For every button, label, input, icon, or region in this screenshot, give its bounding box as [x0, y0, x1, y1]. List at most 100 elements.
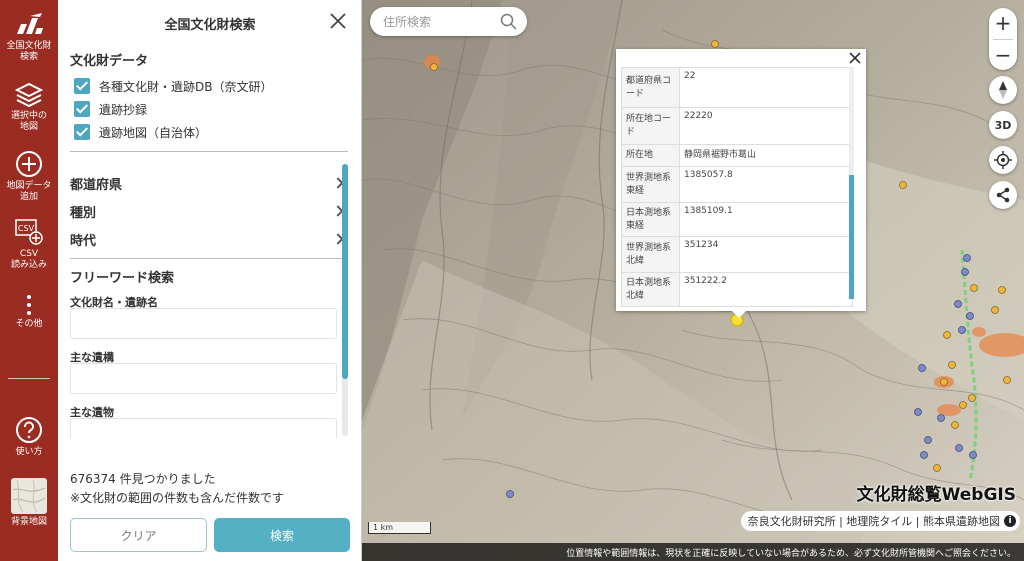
rail-label: 地図 — [19, 122, 38, 132]
checkbox-label: 遺跡抄録 — [99, 102, 148, 117]
site-name-input[interactable] — [70, 308, 337, 339]
more-vertical-icon — [27, 295, 31, 315]
map-view[interactable]: 住所検索 + − 3D 都道府県コード 22 所在地コード 22220 所在地 … — [362, 0, 1024, 561]
attr-value: 351222.2 — [679, 272, 853, 307]
csv-icon: CSV — [15, 219, 43, 245]
attr-key: 世界測地系東経 — [621, 166, 680, 203]
popup-scrollbar[interactable] — [849, 67, 854, 299]
rail-item-selected-maps[interactable]: 選択中の 地図 — [0, 82, 58, 133]
attr-key: 日本測地系東経 — [621, 202, 680, 237]
popup-close-icon[interactable] — [848, 51, 862, 65]
checkbox-checked-icon[interactable] — [74, 101, 90, 117]
zoom-out-button[interactable]: − — [989, 40, 1017, 70]
search-icon[interactable] — [500, 13, 517, 30]
info-icon[interactable]: i — [1004, 515, 1016, 527]
rail-item-csv-import[interactable]: CSV CSV 読み込み — [0, 218, 58, 271]
table-row: 所在地 静岡県裾野市葛山 — [621, 144, 853, 167]
filter-period[interactable]: 時代 — [70, 230, 344, 252]
rail-item-more[interactable]: その他 — [0, 294, 58, 330]
zoom-control: + − — [989, 8, 1017, 70]
app-root: 全国文化財 検索 選択中の 地図 地図データ 追加 CSV CSV 読み込み そ… — [0, 0, 1024, 561]
checkbox-checked-icon[interactable] — [74, 78, 90, 94]
layers-icon — [15, 82, 43, 108]
left-rail: 全国文化財 検索 選択中の 地図 地図データ 追加 CSV CSV 読み込み そ… — [0, 0, 58, 561]
attr-key: 日本測地系北緯 — [621, 272, 680, 307]
rail-item-search[interactable]: 全国文化財 検索 — [0, 12, 58, 63]
attr-key: 所在地 — [621, 144, 680, 167]
crosshair-icon — [994, 151, 1012, 169]
checkbox-label: 各種文化財・遺跡DB（奈文研） — [99, 79, 273, 94]
close-icon[interactable] — [329, 12, 347, 30]
result-count: 676374 件見つかりました — [70, 472, 216, 486]
checkbox-label: 遺跡地図（自治体） — [99, 125, 208, 140]
attr-key: 所在地コード — [621, 107, 680, 145]
section-divider — [70, 151, 348, 152]
rail-label: 読み込み — [10, 260, 47, 270]
section-divider — [70, 258, 348, 259]
clear-button[interactable]: クリア — [70, 518, 207, 552]
search-button[interactable]: 検索 — [214, 518, 350, 552]
table-row: 所在地コード 22220 — [621, 107, 853, 145]
rail-item-help[interactable]: 使い方 — [0, 416, 58, 458]
table-row: 世界測地系北緯 351234 — [621, 236, 853, 273]
search-panel: 全国文化財検索 文化財データ 各種文化財・遺跡DB（奈文研） 遺跡抄録 遺跡地図… — [58, 0, 362, 561]
plus-circle-icon — [16, 151, 42, 177]
result-note: ※文化財の範囲の件数も含んだ件数です — [70, 491, 285, 505]
table-row: 日本測地系東経 1385109.1 — [621, 202, 853, 237]
popup-attribute-table: 都道府県コード 22 所在地コード 22220 所在地 静岡県裾野市葛山 世界測… — [621, 67, 853, 307]
rail-item-basemap[interactable]: 背景地図 — [0, 478, 58, 528]
checkbox-site-abstracts[interactable]: 遺跡抄録 — [74, 100, 147, 118]
rail-label: 全国文化財 — [6, 41, 52, 51]
disclaimer-bar: 位置情報や範囲情報は、現状を正確に反映していない場合があるため、必ず文化財所管機… — [362, 543, 1024, 561]
locate-button[interactable] — [989, 146, 1017, 174]
attr-value: 22 — [679, 67, 853, 108]
attr-key: 世界測地系北緯 — [621, 236, 680, 273]
attr-value: 22220 — [679, 107, 853, 145]
freeword-section-heading: フリーワード検索 — [70, 271, 175, 286]
panel-scrollbar[interactable] — [342, 164, 348, 436]
rail-label: その他 — [15, 319, 43, 329]
features-input[interactable] — [70, 363, 337, 394]
data-section-heading: 文化財データ — [70, 54, 149, 69]
panel-scrollbar-thumb[interactable] — [342, 164, 348, 379]
compass-button[interactable] — [989, 76, 1017, 104]
rail-item-add-map-data[interactable]: 地図データ 追加 — [0, 150, 58, 203]
rail-label: 背景地図 — [10, 517, 47, 527]
attr-key: 都道府県コード — [621, 67, 680, 108]
filter-category[interactable]: 種別 — [70, 202, 344, 224]
popup-scrollbar-thumb[interactable] — [849, 175, 854, 299]
zoom-in-button[interactable]: + — [989, 8, 1017, 38]
rail-label: 地図データ — [6, 181, 52, 191]
rail-label: 選択中の — [10, 111, 47, 121]
filter-prefecture[interactable]: 都道府県 — [70, 174, 344, 196]
artifacts-input[interactable] — [70, 418, 337, 438]
logo-icon — [17, 13, 43, 34]
rail-label: 検索 — [19, 52, 38, 62]
panel-title: 全国文化財検索 — [164, 18, 256, 33]
share-button[interactable] — [989, 181, 1017, 209]
attribution: 奈良文化財研究所 | 地理院タイル | 熊本県遺跡地図 i — [740, 511, 1020, 531]
basemap-thumbnail-icon — [11, 478, 47, 514]
filter-label: 時代 — [70, 234, 97, 249]
table-row: 日本測地系北緯 351222.2 — [621, 272, 853, 307]
attr-value: 351234 — [679, 236, 853, 273]
checkbox-municipal-site-maps[interactable]: 遺跡地図（自治体） — [74, 123, 207, 141]
rail-label: 使い方 — [15, 447, 43, 457]
attr-value: 静岡県裾野市葛山 — [679, 144, 853, 167]
attr-value: 1385057.8 — [679, 166, 853, 203]
rail-label: 追加 — [19, 192, 38, 202]
address-search-box[interactable]: 住所検索 — [370, 7, 527, 36]
attribution-text[interactable]: 奈良文化財研究所 | 地理院タイル | 熊本県遺跡地図 — [748, 513, 1000, 529]
scale-bar: 1 km — [368, 522, 431, 534]
table-row: 世界測地系東経 1385057.8 — [621, 166, 853, 203]
filter-label: 都道府県 — [70, 178, 123, 193]
checkbox-nabunken-db[interactable]: 各種文化財・遺跡DB（奈文研） — [74, 77, 272, 95]
address-search-placeholder: 住所検索 — [383, 15, 432, 29]
share-icon — [996, 187, 1010, 203]
attr-value: 1385109.1 — [679, 202, 853, 237]
three-d-button[interactable]: 3D — [989, 111, 1017, 139]
rail-divider — [8, 378, 50, 379]
feature-popup: 都道府県コード 22 所在地コード 22220 所在地 静岡県裾野市葛山 世界測… — [616, 49, 866, 318]
checkbox-checked-icon[interactable] — [74, 124, 90, 140]
table-row: 都道府県コード 22 — [621, 67, 853, 108]
